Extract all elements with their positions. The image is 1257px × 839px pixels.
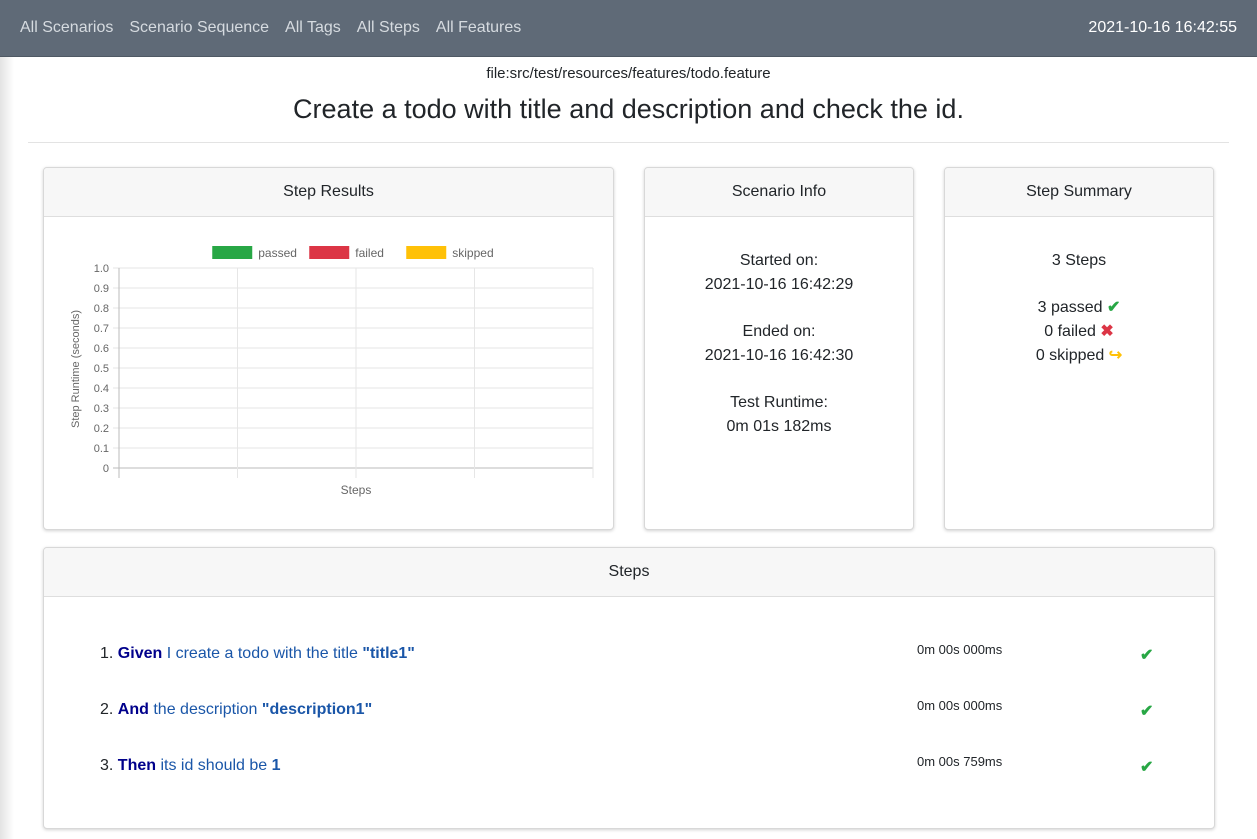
report-datetime: 2021-10-16 16:42:55 <box>1088 19 1237 36</box>
nav-all-scenarios[interactable]: All Scenarios <box>20 19 113 37</box>
step-duration: 0m 00s 759ms <box>917 754 1003 769</box>
legend-label-skipped: skipped <box>452 246 493 260</box>
step-row: 2. And the description "description1" 0m… <box>100 698 1160 725</box>
y-tick-label: 0.8 <box>94 303 109 315</box>
y-tick-label: 0.6 <box>94 343 109 355</box>
chart-y-axis-label: Step Runtime (seconds) <box>70 310 82 428</box>
step-text: 3. Then its id should be 1 <box>100 757 281 775</box>
nav-all-steps[interactable]: All Steps <box>357 19 420 37</box>
ended-label: Ended on: <box>742 323 816 340</box>
ended-value: 2021-10-16 16:42:30 <box>704 347 854 364</box>
y-tick-label: 0.4 <box>94 383 109 395</box>
total-steps: 3 Steps <box>1051 252 1107 269</box>
step-text: 1. Given I create a todo with the title … <box>100 645 415 663</box>
scenario-info-header: Scenario Info <box>645 168 913 217</box>
chart-legend: passed failed skipped <box>212 246 494 260</box>
cross-icon: ✖ <box>1100 323 1114 340</box>
runtime-label: Test Runtime: <box>730 394 828 411</box>
step-argument: 1 <box>271 757 281 774</box>
step-summary-header: Step Summary <box>945 168 1213 217</box>
runtime-value: 0m 01s 182ms <box>726 418 832 435</box>
step-summary-body: 3 Steps 3 passed ✔ 0 failed ✖ 0 skipped … <box>945 217 1213 368</box>
nav-links: All Scenarios Scenario Sequence All Tags… <box>20 19 521 37</box>
y-tick-label: 1.0 <box>94 263 109 275</box>
passed-count: 3 passed <box>1037 299 1103 316</box>
step-row: 3. Then its id should be 1 0m 00s 759ms … <box>100 754 1160 781</box>
y-tick-label: 0.9 <box>94 283 109 295</box>
step-description: the description <box>148 701 262 718</box>
skipped-count-row: 0 skipped ↪ <box>945 344 1213 368</box>
skipped-count: 0 skipped <box>1035 347 1105 364</box>
started-value: 2021-10-16 16:42:29 <box>704 276 854 293</box>
failed-count: 0 failed <box>1044 323 1096 340</box>
step-description: I create a todo with the title <box>162 645 363 662</box>
step-description: its id should be <box>156 757 272 774</box>
y-tick-label: 0.5 <box>94 363 109 375</box>
check-icon: ✔ <box>1140 703 1154 720</box>
step-number: 1. <box>100 645 114 662</box>
step-summary-card: Step Summary 3 Steps 3 passed ✔ 0 failed… <box>944 167 1214 530</box>
step-duration: 0m 00s 000ms <box>917 698 1003 713</box>
legend-item-skipped: skipped <box>406 246 494 260</box>
step-text: 2. And the description "description1" <box>100 701 372 719</box>
y-tick-label: 0.3 <box>94 403 109 415</box>
step-keyword: And <box>117 701 149 718</box>
step-runtime-chart: passed failed skipped 1.0 0.9 0.8 0.7 0.6 0.5 0.… <box>70 246 594 497</box>
scenario-info-card: Scenario Info Started on: 2021-10-16 16:… <box>644 167 914 530</box>
legend-label-failed: failed <box>355 246 384 260</box>
check-icon: ✔ <box>1106 299 1121 316</box>
legend-label-passed: passed <box>258 246 297 260</box>
nav-all-features[interactable]: All Features <box>436 19 521 37</box>
step-keyword: Then <box>117 757 157 774</box>
steps-card: Steps 1. Given I create a todo with the … <box>43 547 1215 829</box>
step-argument: "title1" <box>362 645 415 662</box>
nav-all-tags[interactable]: All Tags <box>285 19 341 37</box>
chart-x-axis-label: Steps <box>341 483 372 497</box>
scenario-info-body: Started on: 2021-10-16 16:42:29 Ended on… <box>645 217 913 439</box>
skip-arrow-icon: ↪ <box>1108 347 1123 364</box>
step-row: 1. Given I create a todo with the title … <box>100 642 1160 669</box>
step-number: 2. <box>100 701 114 718</box>
y-tick-label: 0.7 <box>94 323 109 335</box>
check-icon: ✔ <box>1140 647 1154 664</box>
y-tick-label: 0.1 <box>94 443 109 455</box>
step-keyword: Given <box>117 645 163 662</box>
legend-swatch-skipped <box>406 246 447 259</box>
step-results-body: passed failed skipped 1.0 0.9 0.8 0.7 0.6 0.5 0.… <box>44 217 613 529</box>
y-tick-label: 0.2 <box>94 423 109 435</box>
steps-header: Steps <box>44 548 1214 597</box>
legend-swatch-failed <box>309 246 350 259</box>
step-number: 3. <box>100 757 114 774</box>
step-duration: 0m 00s 000ms <box>917 642 1003 657</box>
page-edge-shadow <box>0 57 14 839</box>
chart-y-ticks: 1.0 0.9 0.8 0.7 0.6 0.5 0.4 0.3 0.2 0.1 0 <box>94 263 109 475</box>
step-argument: "description1" <box>261 701 373 718</box>
check-icon: ✔ <box>1140 759 1154 776</box>
feature-file-path: file:src/test/resources/features/todo.fe… <box>486 65 771 82</box>
step-results-card: Step Results passed failed skipped 1.0 0.9 0… <box>43 167 614 530</box>
legend-item-passed: passed <box>212 246 297 260</box>
legend-swatch-passed <box>212 246 253 259</box>
passed-count-row: 3 passed ✔ <box>945 296 1213 320</box>
y-tick-label: 0 <box>103 463 109 475</box>
legend-item-failed: failed <box>309 246 384 260</box>
step-results-header: Step Results <box>44 168 613 217</box>
started-label: Started on: <box>739 252 819 269</box>
title-divider <box>28 142 1229 143</box>
failed-count-row: 0 failed ✖ <box>945 320 1213 344</box>
nav-scenario-sequence[interactable]: Scenario Sequence <box>129 19 269 37</box>
scenario-title: Create a todo with title and description… <box>293 94 964 124</box>
top-navbar: All Scenarios Scenario Sequence All Tags… <box>0 0 1257 57</box>
chart-grid <box>113 267 594 478</box>
